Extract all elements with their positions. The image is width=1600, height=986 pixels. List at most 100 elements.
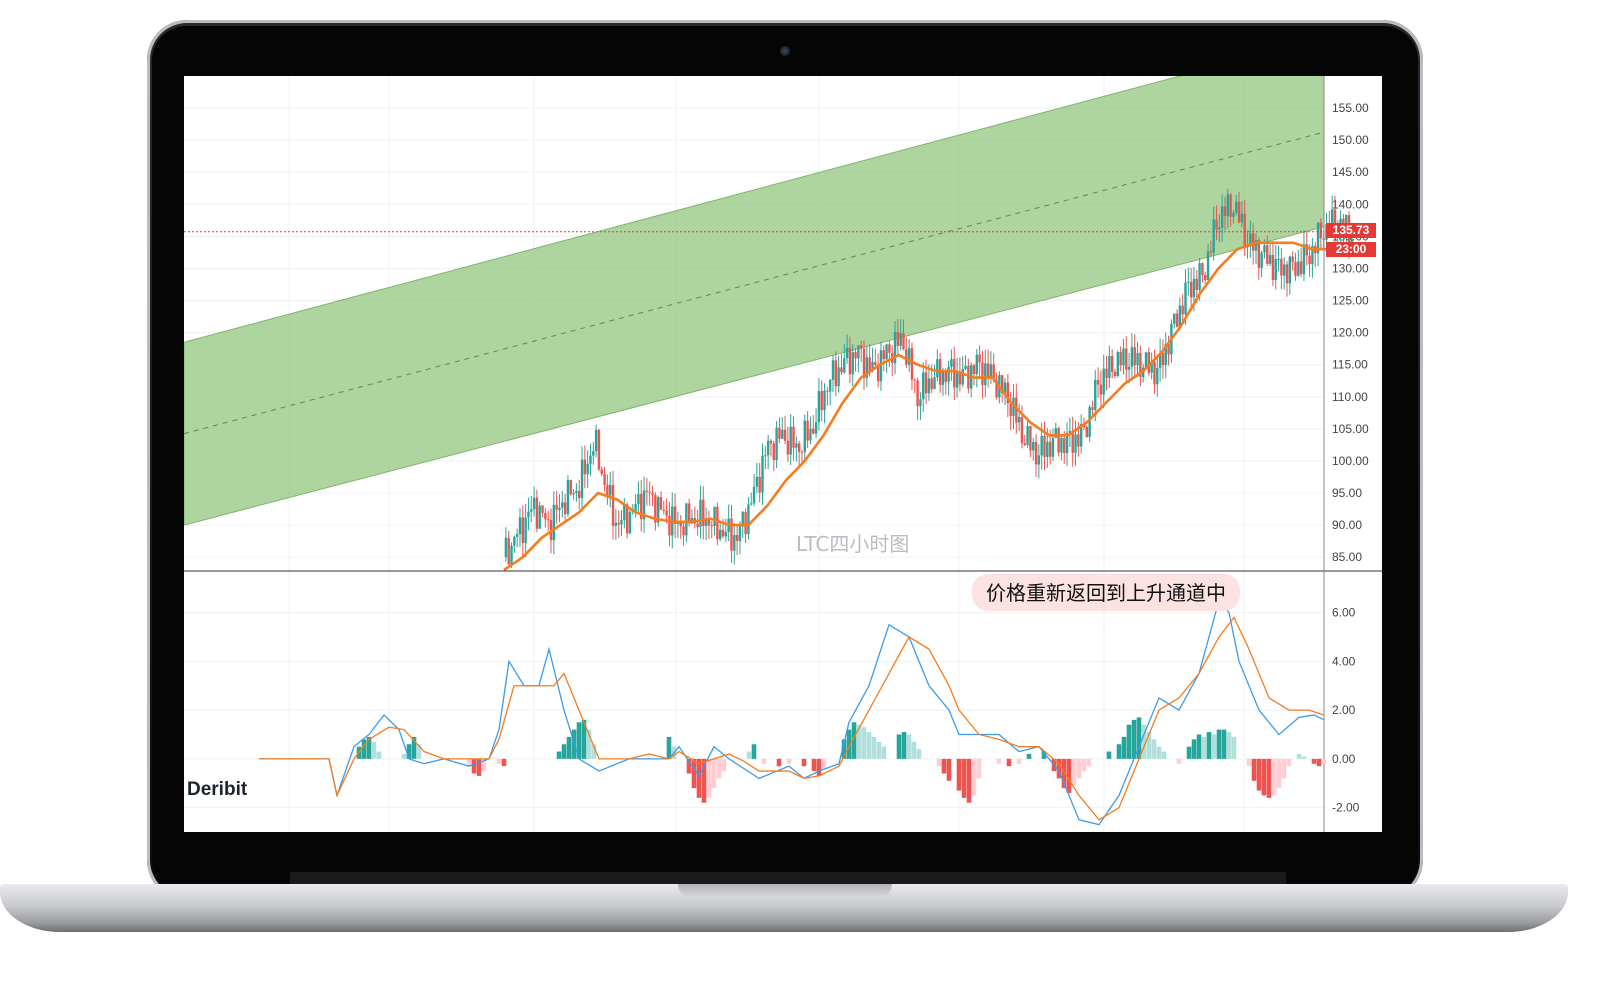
- macd-histogram-bar: [371, 741, 377, 759]
- candle-body: [1060, 437, 1063, 453]
- macd-histogram-bar: [881, 746, 887, 759]
- candle-body: [538, 505, 541, 529]
- candle-body: [922, 372, 925, 400]
- candle-body: [786, 440, 790, 455]
- macd-histogram-bar: [911, 741, 917, 759]
- candle-body: [563, 502, 567, 515]
- macd-histogram-bar: [1321, 758, 1327, 764]
- candle-body: [702, 499, 705, 526]
- candle-body: [924, 372, 928, 394]
- macd-histogram-bar: [556, 751, 562, 759]
- candle-body: [561, 502, 564, 508]
- macd-histogram-bar: [1121, 736, 1127, 759]
- macd-histogram-bar: [936, 758, 942, 767]
- candle-body: [716, 506, 719, 540]
- candle-body: [634, 504, 637, 511]
- macd-histogram-bar: [1271, 758, 1277, 796]
- price-tick-label: 95.00: [1332, 486, 1362, 500]
- candle-body: [1175, 313, 1179, 327]
- candle-body: [1046, 441, 1049, 457]
- candle-body: [1283, 264, 1286, 276]
- macd-histogram-bar: [861, 727, 867, 759]
- candle-body: [820, 391, 823, 411]
- candle-body: [1161, 352, 1165, 365]
- candle-body: [961, 368, 964, 385]
- candle-body: [848, 347, 852, 375]
- candle-body: [1032, 441, 1035, 451]
- candle-body: [597, 429, 601, 470]
- candle-body: [868, 357, 871, 371]
- candle-body: [1034, 441, 1038, 465]
- candle-body: [761, 455, 764, 493]
- candle-body: [800, 451, 804, 453]
- candle-body: [1113, 371, 1117, 376]
- price-tick-label: 130.00: [1332, 261, 1369, 275]
- price-tick-label: 105.00: [1332, 422, 1369, 436]
- candle-body: [648, 491, 651, 493]
- candle-body: [687, 503, 691, 524]
- candle-body: [947, 366, 950, 382]
- macd-histogram-bar: [711, 758, 717, 789]
- candle-body: [600, 469, 603, 475]
- macd-histogram-bar: [1316, 758, 1322, 767]
- candle-body: [637, 493, 640, 505]
- candle-body: [953, 359, 956, 388]
- macd-histogram-bar: [1251, 758, 1257, 781]
- deribit-logo: Deribit: [187, 779, 248, 800]
- price-tick-label: 125.00: [1332, 294, 1369, 308]
- candle-body: [552, 504, 556, 541]
- candle-body: [662, 509, 665, 511]
- candle-body: [1232, 212, 1235, 217]
- macd-histogram-bar: [1176, 758, 1182, 764]
- macd-histogram-bar: [1016, 758, 1022, 764]
- camera-icon: [780, 46, 790, 56]
- candle-body: [797, 443, 801, 452]
- candle-body: [532, 497, 536, 510]
- candle-body: [1274, 259, 1277, 281]
- candle-body: [1201, 263, 1204, 275]
- macd-histogram-bar: [501, 758, 507, 767]
- candle-body: [1260, 252, 1263, 268]
- macd-histogram-bar: [1131, 719, 1137, 759]
- price-tick-label: 120.00: [1332, 326, 1369, 340]
- macd-histogram-bar: [821, 758, 827, 769]
- candle-body: [724, 531, 728, 537]
- macd-histogram-bar: [406, 744, 412, 759]
- macd-line: [259, 598, 1325, 826]
- candle-body: [899, 333, 902, 346]
- candle-body: [1319, 222, 1323, 239]
- macd-histogram-bar: [1186, 746, 1192, 759]
- candle-body: [964, 365, 967, 369]
- candle-body: [978, 354, 981, 363]
- candle-body: [1192, 278, 1196, 298]
- candle-body: [592, 451, 595, 456]
- candle-body: [1178, 305, 1182, 327]
- candle-body: [589, 455, 592, 464]
- channel-midline: [184, 131, 1325, 435]
- price-tick-label: 85.00: [1332, 550, 1362, 564]
- macd-histogram-bar: [776, 758, 782, 767]
- candle-body: [1209, 251, 1213, 253]
- candle-body: [854, 352, 857, 359]
- candle-body: [823, 390, 826, 411]
- candle-body: [1043, 435, 1046, 457]
- candle-body: [1153, 361, 1156, 385]
- candle-body: [1077, 434, 1080, 447]
- candle-body: [927, 378, 931, 394]
- candle-body: [685, 503, 688, 536]
- macd-histogram-bar: [1286, 758, 1292, 767]
- candle-body: [781, 429, 784, 439]
- candle-body: [888, 344, 891, 353]
- candle-body: [933, 377, 936, 390]
- candle-body: [1251, 233, 1255, 251]
- candle-body: [1297, 261, 1300, 276]
- price-tick-label: 145.00: [1332, 165, 1369, 179]
- candle-body: [806, 420, 809, 441]
- candle-body: [1266, 245, 1269, 264]
- last-price-tag: 135.73: [1326, 223, 1376, 238]
- candle-body: [1130, 347, 1134, 367]
- candle-body: [1268, 254, 1272, 264]
- candle-body: [1229, 194, 1232, 217]
- candle-body: [902, 333, 905, 350]
- candle-body: [733, 535, 736, 551]
